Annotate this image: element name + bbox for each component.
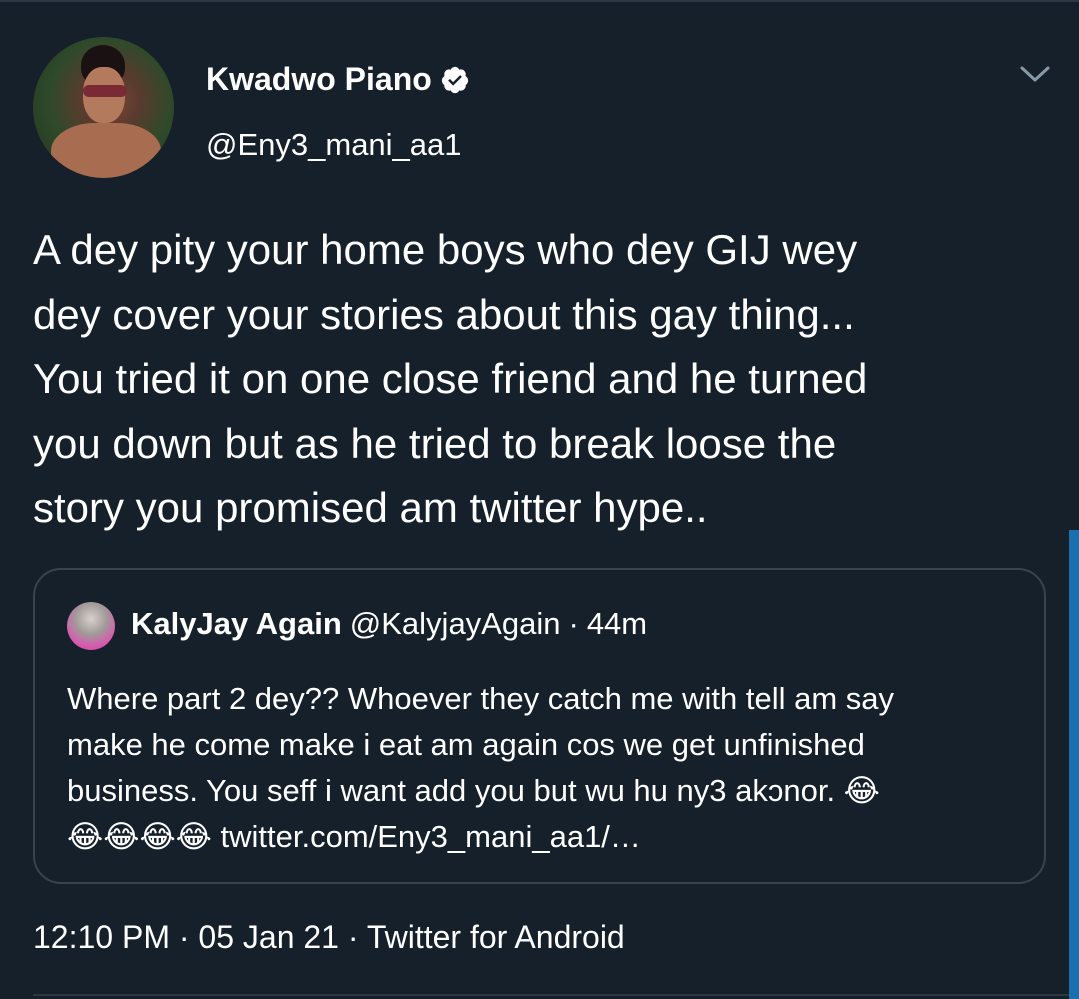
quoted-tweet-age: 44m [586, 606, 648, 641]
tweet-source[interactable]: Twitter for Android [367, 919, 625, 955]
quoted-tweet[interactable]: KalyJay Again @KalyjayAgain · 44m Where … [33, 568, 1046, 884]
author-name[interactable]: Kwadwo Piano [206, 61, 432, 98]
tweet-time: 12:10 PM [33, 919, 170, 955]
bottom-divider [33, 994, 1079, 996]
tweet-meta: 12:10 PM · 05 Jan 21 · Twitter for Andro… [33, 919, 625, 956]
author-handle[interactable]: @Eny3_mani_aa1 [206, 127, 462, 163]
separator-dot: · [178, 919, 199, 955]
author-avatar[interactable] [33, 37, 174, 178]
quoted-tweet-header: KalyJay Again @KalyjayAgain · 44m [131, 606, 647, 642]
quoted-author-handle: @KalyjayAgain [349, 606, 561, 641]
avatar-glasses [83, 85, 127, 97]
author-name-row[interactable]: Kwadwo Piano [206, 61, 470, 98]
quoted-author-avatar[interactable] [67, 602, 115, 650]
separator-dot: · [568, 606, 579, 641]
avatar-body [51, 123, 161, 178]
scrollbar[interactable] [1069, 530, 1079, 999]
tweet-text: A dey pity your home boys who dey GIJ we… [33, 226, 868, 531]
quoted-author-name: KalyJay Again [131, 606, 342, 641]
separator-dot: · [347, 919, 367, 955]
quoted-tweet-text: Where part 2 dey?? Whoever they catch me… [67, 681, 895, 854]
tweet-date: 05 Jan 21 [198, 919, 339, 955]
chevron-down-icon[interactable] [1018, 62, 1052, 86]
top-divider [0, 0, 1079, 2]
verified-badge-icon [441, 66, 468, 93]
